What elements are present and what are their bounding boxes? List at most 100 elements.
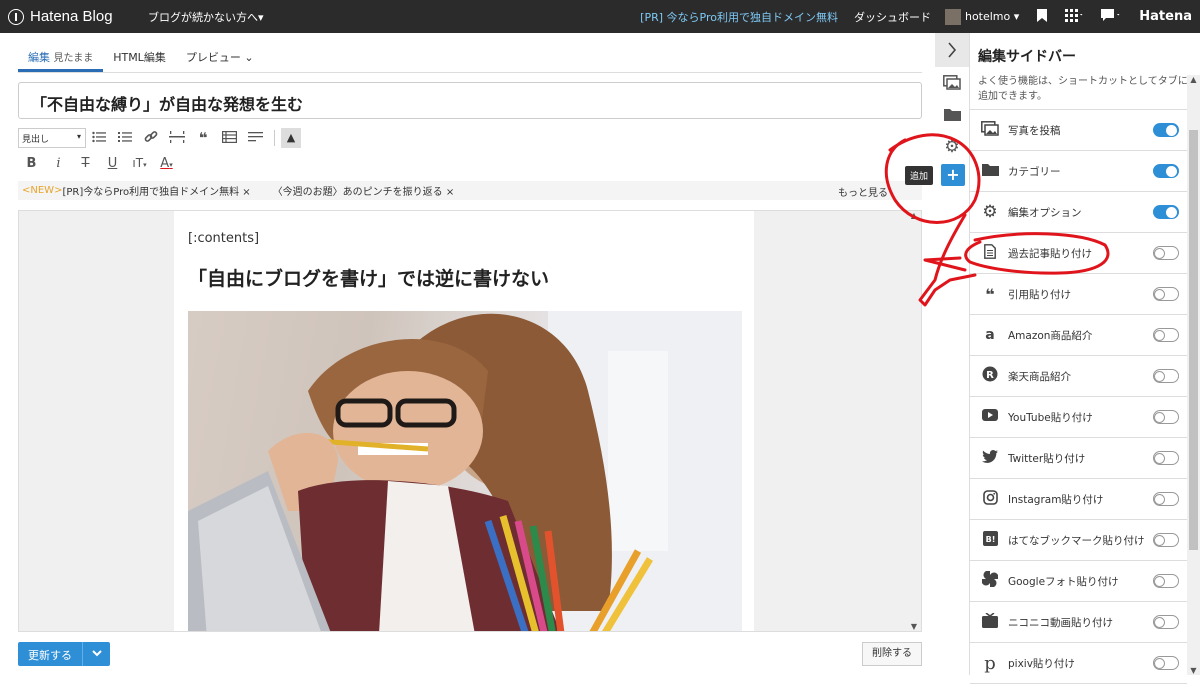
toggle-switch[interactable]	[1153, 246, 1179, 260]
sidebar-item-pixiv[interactable]: p pixiv貼り付け	[970, 643, 1187, 684]
logo-text: Hatena Blog	[30, 8, 113, 25]
toggle-switch[interactable]	[1153, 164, 1179, 178]
tab-preview[interactable]: プレビュー ⌄	[176, 43, 264, 72]
more-link[interactable]: もっと見る	[838, 184, 888, 199]
sidebar-item-category[interactable]: カテゴリー	[970, 151, 1187, 192]
text-style-toolbar: B i T U ıT▾ A▾	[18, 153, 180, 173]
editor-scrollbar[interactable]: ▲ ▼	[909, 211, 919, 631]
sidebar-item-hatena-bookmark[interactable]: B! はてなブックマーク貼り付け	[970, 520, 1187, 561]
sidebar-item-google-photos[interactable]: Googleフォト貼り付け	[970, 561, 1187, 602]
apps-grid-icon[interactable]	[1065, 8, 1083, 25]
sidebar-item-label: 写真を投稿	[1008, 124, 1061, 137]
scroll-up-icon[interactable]: ▲	[909, 211, 919, 220]
scrollbar-thumb[interactable]	[1189, 130, 1198, 550]
font-size-icon[interactable]: ıT▾	[126, 156, 153, 170]
quote-icon[interactable]: ❝	[190, 129, 216, 147]
sidebar-item-label: ニコニコ動画貼り付け	[1008, 616, 1113, 629]
heading-select[interactable]: 見出し	[18, 128, 86, 148]
collapse-toolbar-button[interactable]: ▲	[281, 128, 301, 148]
user-menu[interactable]: hotelmo ▾	[965, 10, 1019, 23]
editor-area[interactable]: [:contents] 「自由にブログを書け」では逆に書けない ▲ ▼	[18, 210, 922, 632]
tab-edit-label: 編集	[28, 51, 50, 64]
toggle-switch[interactable]	[1153, 328, 1179, 342]
blog-name-dropdown[interactable]: ブログが続かない方へ▾	[148, 9, 264, 25]
svg-text:B!: B!	[985, 535, 995, 544]
new-tag: <NEW>	[22, 185, 63, 196]
sidebar-item-niconico[interactable]: ニコニコ動画貼り付け	[970, 602, 1187, 643]
tab-html[interactable]: HTML編集	[103, 43, 176, 72]
toggle-switch[interactable]	[1153, 369, 1179, 383]
title-input[interactable]: 「不自由な縛り」が自由な発想を生む	[18, 82, 922, 119]
update-button[interactable]: 更新する	[18, 642, 82, 666]
tab-edit-sublabel: 見たまま	[53, 53, 94, 64]
toggle-switch[interactable]	[1153, 533, 1179, 547]
scroll-down-icon[interactable]: ▼	[1187, 666, 1200, 675]
horizontal-rule-icon[interactable]	[164, 130, 190, 146]
add-tab-button[interactable]: +	[941, 164, 965, 186]
scroll-down-icon[interactable]: ▼	[909, 622, 919, 631]
sidebar-item-twitter[interactable]: Twitter貼り付け	[970, 438, 1187, 479]
format-toolbar: 見出し ❝ ▲	[18, 127, 301, 149]
underline-icon[interactable]: U	[99, 156, 126, 171]
toggle-switch[interactable]	[1153, 410, 1179, 424]
folder-tab-icon[interactable]	[935, 99, 969, 131]
link-icon[interactable]	[138, 130, 164, 147]
notice-theme-link[interactable]: 〈今週のお題〉あのピンチを振り返る ×	[273, 183, 455, 198]
delete-button[interactable]: 削除する	[862, 642, 922, 666]
google-photos-icon	[980, 570, 1000, 591]
folder-icon	[980, 163, 1000, 180]
chevron-right-icon[interactable]	[935, 33, 969, 67]
notice-pr-link[interactable]: [PR]今ならPro利用で独自ドメイン無料 ×	[62, 183, 250, 198]
message-icon[interactable]	[1101, 8, 1121, 25]
sidebar-item-label: 編集オプション	[1008, 206, 1082, 219]
numbered-list-icon[interactable]	[112, 131, 138, 146]
sidebar-item-edit-options[interactable]: ⚙ 編集オプション	[970, 192, 1187, 233]
pr-link[interactable]: [PR] 今ならPro利用で独自ドメイン無料	[640, 9, 838, 25]
sidebar-item-label: Instagram貼り付け	[1008, 493, 1104, 506]
sidebar-item-quote[interactable]: ❝ 引用貼り付け	[970, 274, 1187, 315]
edit-sidebar: 編集サイドバー よく使う機能は、ショートカットとしてタブに追加できます。 写真を…	[969, 33, 1200, 684]
sidebar-list: 写真を投稿 カテゴリー ⚙ 編集オプション 過去記事貼り付け ❝ 引用貼り付け …	[970, 109, 1187, 684]
toggle-switch[interactable]	[1153, 123, 1179, 137]
niconico-icon	[980, 611, 1000, 632]
sidebar-item-youtube[interactable]: YouTube貼り付け	[970, 397, 1187, 438]
gear-tab-icon[interactable]: ⚙	[935, 131, 969, 163]
photo-tab-icon[interactable]	[935, 67, 969, 99]
hatena-blog-logo[interactable]: Hatena Blog	[8, 8, 148, 25]
sidebar-scrollbar[interactable]: ▲ ▼	[1187, 75, 1200, 675]
document-icon	[980, 243, 1000, 263]
toggle-switch[interactable]	[1153, 574, 1179, 588]
update-options-button[interactable]	[82, 642, 110, 666]
dashboard-link[interactable]: ダッシュボード	[854, 9, 931, 25]
toggle-switch[interactable]	[1153, 451, 1179, 465]
italic-icon[interactable]: i	[45, 156, 72, 171]
toggle-switch[interactable]	[1153, 287, 1179, 301]
hatena-brand[interactable]: Hatena	[1139, 9, 1192, 24]
toggle-switch[interactable]	[1153, 615, 1179, 629]
avatar[interactable]	[944, 8, 961, 25]
more-tools-icon[interactable]	[242, 131, 268, 146]
bold-icon[interactable]: B	[18, 156, 45, 171]
sidebar-item-past-articles[interactable]: 過去記事貼り付け	[970, 233, 1187, 274]
article-photo	[188, 311, 742, 631]
toggle-switch[interactable]	[1153, 492, 1179, 506]
youtube-icon	[980, 409, 1000, 425]
sidebar-item-instagram[interactable]: Instagram貼り付け	[970, 479, 1187, 520]
sidebar-item-amazon[interactable]: a Amazon商品紹介	[970, 315, 1187, 356]
editor-body[interactable]: [:contents] 「自由にブログを書け」では逆に書けない	[174, 211, 754, 631]
sidebar-item-photo[interactable]: 写真を投稿	[970, 110, 1187, 151]
svg-text:R: R	[986, 370, 994, 381]
sidebar-item-rakuten[interactable]: R 楽天商品紹介	[970, 356, 1187, 397]
text-color-icon[interactable]: A▾	[153, 156, 180, 171]
hatena-logo-icon	[8, 8, 24, 25]
toggle-switch[interactable]	[1153, 205, 1179, 219]
strikethrough-icon[interactable]: T	[72, 156, 99, 171]
sidebar-item-label: 引用貼り付け	[1008, 288, 1071, 301]
bullet-list-icon[interactable]	[86, 131, 112, 146]
hatena-bookmark-icon: B!	[980, 530, 1000, 550]
table-icon[interactable]	[216, 130, 242, 146]
bookmark-icon[interactable]	[1037, 8, 1048, 25]
toggle-switch[interactable]	[1153, 656, 1179, 670]
tab-edit-wysiwyg[interactable]: 編集 見たまま	[18, 43, 104, 72]
scroll-up-icon[interactable]: ▲	[1187, 75, 1200, 84]
